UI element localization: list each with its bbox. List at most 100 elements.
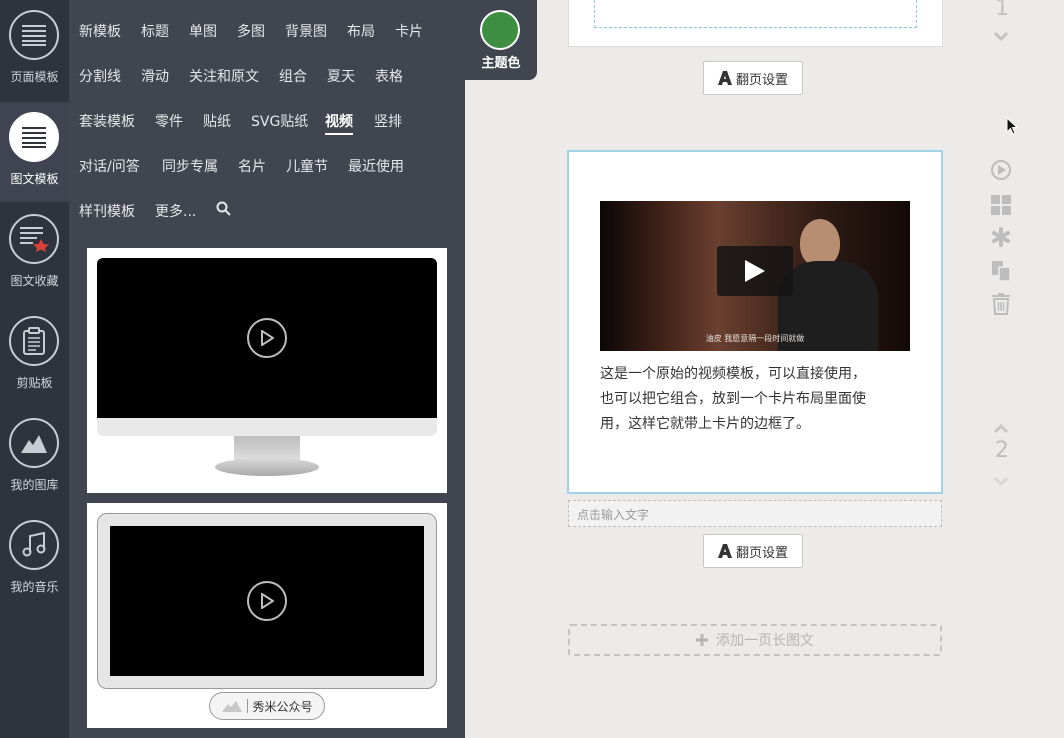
page-1-dashed-block[interactable] [594, 0, 917, 28]
rail-label: 图文模板 [10, 172, 59, 186]
lines-icon [9, 10, 59, 60]
page-1-card[interactable] [568, 0, 943, 47]
star-lines-icon [9, 214, 59, 264]
tab-childrens-day[interactable]: 儿童节 [286, 156, 328, 176]
copy-page-button[interactable] [990, 260, 1012, 282]
chevron-down-icon [993, 31, 1009, 42]
rail-item-clipboard[interactable]: 剪贴板 [0, 306, 69, 406]
tablet-badge: 秀米公众号 [209, 692, 325, 720]
tab-vertical[interactable]: 竖排 [374, 111, 402, 131]
add-long-page-button[interactable]: 添加一页长图文 [568, 624, 942, 656]
badge-divider [247, 699, 249, 713]
app: 页面模板 图文模板 图文收藏 剪贴板 我的图库 我的音乐 新模板 标题 单图 多… [0, 0, 1064, 738]
page-move-down-button[interactable] [993, 471, 1009, 490]
tab-more[interactable]: 更多... [155, 201, 196, 221]
play-icon [745, 260, 765, 282]
chevron-up-icon [993, 423, 1009, 434]
video-description[interactable]: 这是一个原始的视频模板，可以直接使用， 也可以把它组合，放到一个卡片布局里面使 … [600, 362, 920, 437]
flip-settings-label: 翻页设置 [735, 545, 788, 561]
layout-grid-button[interactable] [990, 194, 1012, 216]
tab-suite-templates[interactable]: 套装模板 [79, 111, 135, 131]
tab-table[interactable]: 表格 [375, 66, 403, 86]
tab-business-card[interactable]: 名片 [238, 156, 266, 176]
theme-color-label: 主题色 [481, 56, 521, 71]
page-move-up-button[interactable] [993, 419, 1009, 438]
tab-summer[interactable]: 夏天 [327, 66, 355, 86]
left-rail: 页面模板 图文模板 图文收藏 剪贴板 我的图库 我的音乐 [0, 0, 69, 738]
rail-item-graphic-templates[interactable]: 图文模板 [0, 102, 69, 202]
delete-page-button[interactable] [990, 293, 1012, 315]
tab-title[interactable]: 标题 [141, 21, 169, 41]
description-line: 也可以把它组合，放到一个卡片布局里面使 [600, 391, 866, 407]
monitor-base [215, 458, 319, 476]
play-preview-button[interactable] [990, 159, 1012, 181]
mountain-icon [222, 701, 243, 712]
rail-label: 剪贴板 [16, 376, 53, 390]
tab-multi-image[interactable]: 多图 [237, 21, 265, 41]
flip-settings-button[interactable]: 翻页设置 [703, 534, 803, 568]
tab-recently-used[interactable]: 最近使用 [348, 156, 404, 176]
flip-settings-label: 翻页设置 [735, 72, 788, 88]
tab-divider[interactable]: 分割线 [79, 66, 121, 86]
tab-single-image[interactable]: 单图 [189, 21, 217, 41]
page-2-number: 2 [995, 438, 1009, 463]
template-card-monitor-video[interactable] [87, 248, 447, 493]
rail-item-my-gallery[interactable]: 我的图库 [0, 408, 69, 508]
asterisk-icon [992, 227, 1010, 247]
tab-layout[interactable]: 布局 [347, 21, 375, 41]
trash-icon [992, 293, 1010, 315]
font-a-icon [717, 71, 732, 85]
rail-label: 我的图库 [10, 478, 59, 492]
text-input-placeholder[interactable]: 点击输入文字 [568, 500, 942, 527]
tab-sync-exclusive[interactable]: 同步专属 [162, 156, 218, 176]
tab-slide[interactable]: 滑动 [141, 66, 169, 86]
tab-sample-templates[interactable]: 样刊模板 [79, 201, 135, 221]
video-subtitle: 油皮 我愿意隔一段时间就做 [705, 334, 805, 343]
clipboard-icon [9, 316, 59, 366]
mouse-cursor [1006, 116, 1019, 139]
chevron-down-icon [993, 476, 1009, 487]
tab-combination[interactable]: 组合 [279, 66, 307, 86]
description-line: 这是一个原始的视频模板，可以直接使用， [600, 366, 866, 382]
rail-label: 页面模板 [10, 70, 59, 84]
description-line: 用，这样它就带上卡片的边框了。 [600, 416, 810, 432]
tab-dialogue-qa[interactable]: 对话/问答 [79, 156, 140, 176]
page-2-card[interactable]: 油皮 我愿意隔一段时间就做 这是一个原始的视频模板，可以直接使用， 也可以把它组… [567, 150, 943, 494]
tab-stickers[interactable]: 贴纸 [203, 111, 231, 131]
theme-color-swatch[interactable] [480, 10, 520, 50]
page-move-down-button[interactable] [993, 26, 1009, 45]
add-long-page-label: 添加一页长图文 [716, 633, 814, 649]
tab-background-image[interactable]: 背景图 [285, 21, 327, 41]
lines-icon [9, 112, 59, 162]
music-note-icon [9, 520, 59, 570]
play-circle-icon [991, 160, 1011, 180]
effects-button[interactable] [990, 226, 1012, 248]
template-card-tablet-video[interactable]: 秀米公众号 [87, 503, 447, 728]
tab-video[interactable]: 视频 [325, 111, 353, 135]
search-icon[interactable] [216, 201, 231, 220]
theme-color-panel: 主题色 [465, 0, 537, 80]
tab-new-templates[interactable]: 新模板 [79, 21, 121, 41]
rail-item-page-templates[interactable]: 页面模板 [0, 0, 69, 100]
monitor-screen [97, 258, 437, 418]
video-thumbnail[interactable]: 油皮 我愿意隔一段时间就做 [600, 201, 910, 351]
tab-parts[interactable]: 零件 [155, 111, 183, 131]
plus-icon [696, 634, 708, 646]
rail-label: 图文收藏 [10, 274, 59, 288]
mountain-icon [9, 418, 59, 468]
play-circle-icon [247, 581, 287, 621]
rail-item-favorites[interactable]: 图文收藏 [0, 204, 69, 304]
flip-settings-button[interactable]: 翻页设置 [703, 61, 803, 95]
copy-icon [992, 261, 1011, 282]
video-person-head [800, 219, 840, 267]
badge-text: 秀米公众号 [252, 699, 313, 714]
play-button[interactable] [717, 246, 793, 296]
tab-card[interactable]: 卡片 [395, 21, 423, 41]
tab-follow-and-original[interactable]: 关注和原文 [189, 66, 259, 86]
page-1-number: 1 [995, 0, 1009, 21]
tab-svg-stickers[interactable]: SVG贴纸 [251, 111, 308, 131]
tablet-screen [110, 526, 424, 676]
font-a-icon [717, 544, 732, 558]
rail-item-my-music[interactable]: 我的音乐 [0, 510, 69, 610]
play-circle-icon [247, 318, 287, 358]
